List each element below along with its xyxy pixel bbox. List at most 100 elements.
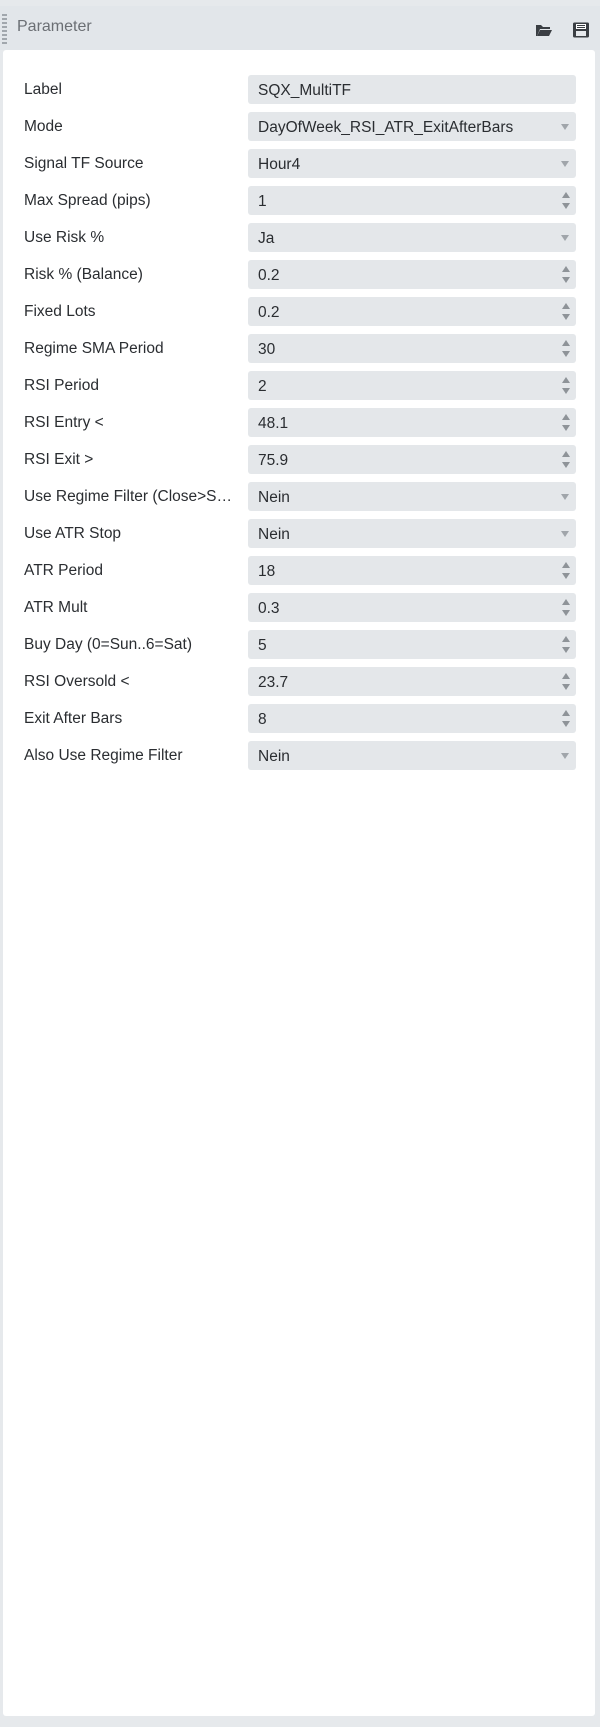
parameter-panel: Parameter Label SQX_MultiTF Mode DayOfWeek_…: [0, 0, 600, 1727]
param-select[interactable]: Nein: [248, 741, 576, 770]
chevron-down-icon[interactable]: [561, 494, 569, 500]
param-row: Buy Day (0=Sun..6=Sat) 5: [3, 630, 595, 660]
param-select[interactable]: Ja: [248, 223, 576, 252]
chevron-down-icon[interactable]: [561, 124, 569, 130]
param-select[interactable]: Nein: [248, 482, 576, 511]
stepper-up-icon[interactable]: [562, 710, 570, 716]
stepper-down-icon[interactable]: [562, 351, 570, 357]
stepper-up-icon[interactable]: [562, 673, 570, 679]
stepper-down-icon[interactable]: [562, 462, 570, 468]
param-number-input[interactable]: 23.7: [248, 667, 576, 696]
chevron-down-icon[interactable]: [561, 235, 569, 241]
param-select[interactable]: Nein: [248, 519, 576, 548]
stepper-down-icon[interactable]: [562, 721, 570, 727]
param-number-input[interactable]: 0.3: [248, 593, 576, 622]
param-value: 0.2: [258, 304, 280, 321]
folder-open-icon[interactable]: [535, 22, 553, 38]
param-label: Mode: [24, 118, 63, 135]
stepper-up-icon[interactable]: [562, 377, 570, 383]
chevron-down-icon[interactable]: [561, 531, 569, 537]
param-number-input[interactable]: 5: [248, 630, 576, 659]
stepper-down-icon[interactable]: [562, 573, 570, 579]
param-number-input[interactable]: 0.2: [248, 260, 576, 289]
param-row: RSI Period 2: [3, 371, 595, 401]
panel-titlebar: Parameter: [0, 6, 600, 50]
stepper-up-icon[interactable]: [562, 340, 570, 346]
stepper-icon[interactable]: [561, 301, 571, 323]
param-label: Exit After Bars: [24, 710, 123, 727]
param-label: Signal TF Source: [24, 155, 144, 172]
param-label: Fixed Lots: [24, 303, 96, 320]
stepper-up-icon[interactable]: [562, 636, 570, 642]
param-value: Nein: [258, 526, 290, 543]
param-number-input[interactable]: 2: [248, 371, 576, 400]
param-number-input[interactable]: 8: [248, 704, 576, 733]
save-icon[interactable]: [572, 22, 590, 38]
param-text-input[interactable]: SQX_MultiTF: [248, 75, 576, 104]
stepper-icon[interactable]: [561, 449, 571, 471]
param-value: 0.3: [258, 600, 280, 617]
chevron-down-icon[interactable]: [561, 161, 569, 167]
stepper-icon[interactable]: [561, 671, 571, 693]
param-value: DayOfWeek_RSI_ATR_ExitAfterBars: [258, 119, 514, 136]
param-row: Fixed Lots 0.2: [3, 297, 595, 327]
stepper-up-icon[interactable]: [562, 562, 570, 568]
param-row: ATR Period 18: [3, 556, 595, 586]
param-row: RSI Oversold < 23.7: [3, 667, 595, 697]
param-row: Max Spread (pips) 1: [3, 186, 595, 216]
param-value: 0.2: [258, 267, 280, 284]
drag-grip-icon[interactable]: [2, 14, 7, 44]
param-number-input[interactable]: 1: [248, 186, 576, 215]
stepper-down-icon[interactable]: [562, 314, 570, 320]
stepper-icon[interactable]: [561, 560, 571, 582]
param-number-input[interactable]: 75.9: [248, 445, 576, 474]
stepper-down-icon[interactable]: [562, 425, 570, 431]
param-value: 48.1: [258, 415, 289, 432]
param-label: RSI Exit >: [24, 451, 94, 468]
chevron-down-icon[interactable]: [561, 753, 569, 759]
param-row: Regime SMA Period 30: [3, 334, 595, 364]
param-value: Nein: [258, 489, 290, 506]
stepper-down-icon[interactable]: [562, 388, 570, 394]
stepper-icon[interactable]: [561, 375, 571, 397]
stepper-up-icon[interactable]: [562, 192, 570, 198]
param-row: Exit After Bars 8: [3, 704, 595, 734]
param-value: 2: [258, 378, 267, 395]
param-number-input[interactable]: 0.2: [248, 297, 576, 326]
stepper-up-icon[interactable]: [562, 599, 570, 605]
param-row: Label SQX_MultiTF: [3, 75, 595, 105]
param-label: RSI Oversold <: [24, 673, 130, 690]
panel-title: Parameter: [17, 18, 92, 35]
stepper-down-icon[interactable]: [562, 610, 570, 616]
stepper-up-icon[interactable]: [562, 451, 570, 457]
param-label: Use Risk %: [24, 229, 105, 246]
stepper-up-icon[interactable]: [562, 266, 570, 272]
param-row: Use Risk % Ja: [3, 223, 595, 253]
stepper-up-icon[interactable]: [562, 414, 570, 420]
param-value: Hour4: [258, 156, 301, 173]
param-number-input[interactable]: 30: [248, 334, 576, 363]
stepper-down-icon[interactable]: [562, 203, 570, 209]
stepper-icon[interactable]: [561, 190, 571, 212]
param-value: Ja: [258, 230, 275, 247]
stepper-icon[interactable]: [561, 264, 571, 286]
param-row: Use Regime Filter (Close>S… Nein: [3, 482, 595, 512]
stepper-icon[interactable]: [561, 634, 571, 656]
param-label: RSI Period: [24, 377, 99, 394]
param-number-input[interactable]: 18: [248, 556, 576, 585]
param-label: Buy Day (0=Sun..6=Sat): [24, 636, 193, 653]
stepper-down-icon[interactable]: [562, 684, 570, 690]
param-label: Regime SMA Period: [24, 340, 164, 357]
stepper-icon[interactable]: [561, 708, 571, 730]
param-select[interactable]: Hour4: [248, 149, 576, 178]
stepper-up-icon[interactable]: [562, 303, 570, 309]
stepper-icon[interactable]: [561, 338, 571, 360]
stepper-icon[interactable]: [561, 412, 571, 434]
param-label: RSI Entry <: [24, 414, 104, 431]
parameter-list: Label SQX_MultiTF Mode DayOfWeek_RSI_ATR_Ex…: [3, 50, 595, 1716]
param-number-input[interactable]: 48.1: [248, 408, 576, 437]
stepper-down-icon[interactable]: [562, 277, 570, 283]
stepper-down-icon[interactable]: [562, 647, 570, 653]
stepper-icon[interactable]: [561, 597, 571, 619]
param-select[interactable]: DayOfWeek_RSI_ATR_ExitAfterBars: [248, 112, 576, 141]
